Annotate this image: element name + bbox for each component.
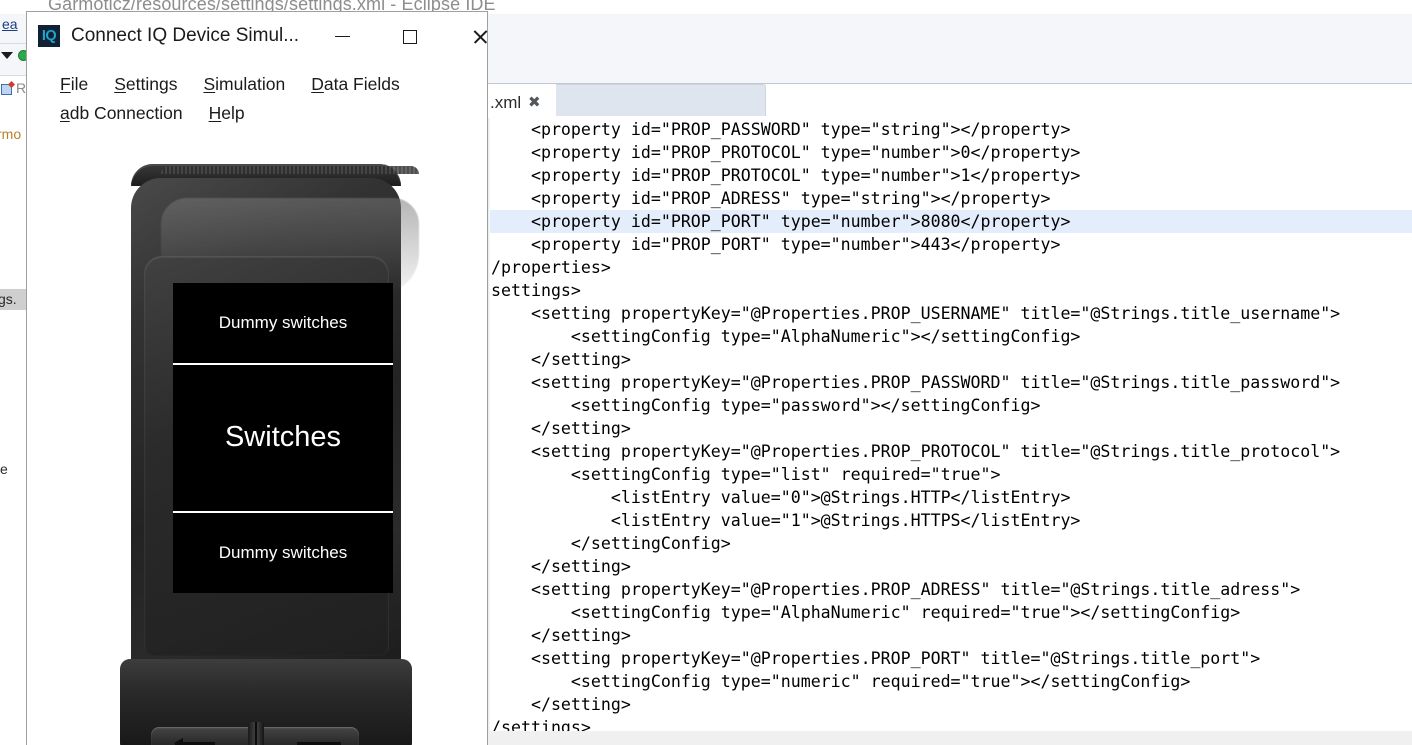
ide-sliver-search-link[interactable]: ea xyxy=(2,16,18,32)
xml-code-editor[interactable]: <property id="PROP_PASSWORD" type="strin… xyxy=(484,118,1412,731)
code-line[interactable]: <settingConfig type="list" required="tru… xyxy=(490,463,1412,486)
menubar[interactable]: File Settings Simulation Data Fields adb Co… xyxy=(27,61,487,182)
menu-item-switches-selected[interactable]: Switches xyxy=(173,365,393,511)
connect-iq-logo-text: IQ xyxy=(41,27,57,44)
editor-tab-settings-xml[interactable]: .xml xyxy=(490,93,521,113)
code-line[interactable]: <listEntry value="1">@Strings.HTTPS</lis… xyxy=(490,509,1412,532)
code-line[interactable]: <settingConfig type="numeric" required="… xyxy=(490,670,1412,693)
code-line[interactable]: <property id="PROP_PORT" type="number">8… xyxy=(490,210,1412,233)
window-titlebar[interactable]: IQ Connect IQ Device Simul... xyxy=(27,12,487,61)
menu-adb-connection[interactable]: adb Connection xyxy=(60,101,183,126)
xml-source-text[interactable]: <property id="PROP_PASSWORD" type="strin… xyxy=(490,118,1412,731)
close-icon[interactable]: ✖ xyxy=(528,95,541,110)
code-line[interactable]: /settings> xyxy=(490,716,1412,731)
minimize-icon xyxy=(334,35,350,38)
code-line[interactable]: <setting propertyKey="@Properties.PROP_A… xyxy=(490,578,1412,601)
code-line[interactable]: <settingConfig type="AlphaNumeric" requi… xyxy=(490,601,1412,624)
close-icon xyxy=(472,29,488,45)
code-line[interactable]: </setting> xyxy=(490,693,1412,716)
menu-item-dummy-switches-top[interactable]: Dummy switches xyxy=(173,283,393,363)
code-line[interactable]: <settingConfig type="password"></setting… xyxy=(490,394,1412,417)
code-line[interactable]: <property id="PROP_PORT" type="number">4… xyxy=(490,233,1412,256)
connect-iq-logo-icon: IQ xyxy=(38,25,60,47)
code-line[interactable]: <setting propertyKey="@Properties.PROP_U… xyxy=(490,302,1412,325)
code-line[interactable]: <setting propertyKey="@Properties.PROP_P… xyxy=(490,371,1412,394)
chevron-down-icon[interactable] xyxy=(1,52,13,59)
simulator-canvas[interactable]: Dummy switches Switches Dummy switches xyxy=(27,133,487,745)
menu-data-fields[interactable]: Data Fields xyxy=(311,72,400,97)
maximize-button[interactable] xyxy=(381,12,439,61)
ide-left-chrome: ea R rmo gs. e xyxy=(0,14,29,745)
maximize-icon xyxy=(403,29,417,44)
editor-tabstrip-divider xyxy=(488,83,1412,84)
code-line[interactable]: </setting> xyxy=(490,624,1412,647)
code-line[interactable]: <setting propertyKey="@Properties.PROP_P… xyxy=(490,647,1412,670)
code-line[interactable]: <listEntry value="0">@Strings.HTTP</list… xyxy=(490,486,1412,509)
code-line[interactable]: </settingConfig> xyxy=(490,532,1412,555)
editor-tabstrip-background xyxy=(488,14,1412,84)
device-ridges xyxy=(161,166,419,174)
menu-item-dummy-switches-bottom[interactable]: Dummy switches xyxy=(173,513,393,593)
editor-tab-inactive-area[interactable] xyxy=(556,84,766,116)
code-line[interactable]: </setting> xyxy=(490,555,1412,578)
code-line[interactable]: <setting propertyKey="@Properties.PROP_P… xyxy=(490,440,1412,463)
code-line[interactable]: <property id="PROP_PASSWORD" type="strin… xyxy=(490,118,1412,141)
close-button[interactable] xyxy=(451,12,509,61)
editor-status-band xyxy=(484,731,1412,745)
code-line[interactable]: <property id="PROP_PROTOCOL" type="numbe… xyxy=(490,164,1412,187)
ide-sliver-settings-label: gs. xyxy=(0,291,17,307)
menubar-row-secondary: adb Connection Help xyxy=(60,101,245,126)
device-screen[interactable]: Dummy switches Switches Dummy switches xyxy=(173,283,393,593)
ide-sliver-resource-label: R xyxy=(16,80,27,96)
ide-sliver-package-label: rmo xyxy=(0,126,22,142)
code-line[interactable]: <settingConfig type="AlphaNumeric"></set… xyxy=(490,325,1412,348)
device-button-divider xyxy=(248,722,264,745)
screen-root: Garmoticz/resources/settings/settings.xm… xyxy=(0,0,1412,745)
code-line[interactable]: /properties> xyxy=(490,256,1412,279)
code-line[interactable]: settings> xyxy=(490,279,1412,302)
minimize-button[interactable] xyxy=(313,12,371,61)
code-line[interactable]: </setting> xyxy=(490,417,1412,440)
ide-sliver-e-label: e xyxy=(0,461,8,477)
code-line[interactable]: <property id="PROP_ADRESS" type="string"… xyxy=(490,187,1412,210)
code-line[interactable]: <property id="PROP_PROTOCOL" type="numbe… xyxy=(490,141,1412,164)
problem-marker-icon xyxy=(1,80,16,95)
code-line[interactable]: </setting> xyxy=(490,348,1412,371)
garmin-watch-device: Dummy switches Switches Dummy switches xyxy=(107,164,425,745)
connect-iq-simulator-window[interactable]: IQ Connect IQ Device Simul... File Settin… xyxy=(26,11,488,745)
menu-help[interactable]: Help xyxy=(209,101,245,126)
menu-settings[interactable]: Settings xyxy=(114,72,177,97)
menu-simulation[interactable]: Simulation xyxy=(203,72,285,97)
menubar-row-primary: File Settings Simulation Data Fields xyxy=(60,72,400,97)
window-title: Connect IQ Device Simul... xyxy=(71,25,300,46)
menu-file[interactable]: File xyxy=(60,72,88,97)
